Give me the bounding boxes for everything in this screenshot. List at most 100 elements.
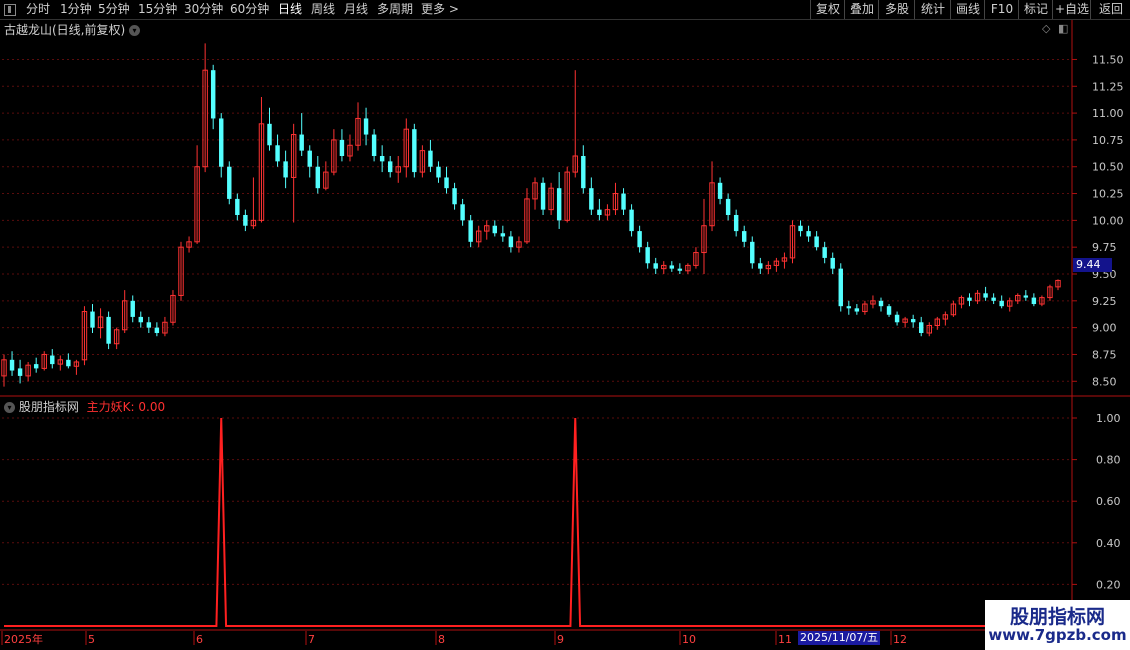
candle-body	[243, 215, 248, 226]
y-tick-label: 9.00	[1092, 322, 1117, 335]
candle-body	[106, 316, 111, 344]
candle-body	[436, 166, 441, 178]
y-tick-label: 9.75	[1092, 241, 1117, 254]
candle-body	[637, 231, 642, 248]
candle-body	[838, 268, 843, 307]
y-tick-label: 11.50	[1092, 53, 1124, 66]
candle-body	[210, 70, 216, 119]
candle-body	[919, 322, 924, 333]
candle-body	[597, 209, 602, 215]
y-tick-label: 10.25	[1092, 188, 1124, 201]
candle-body	[589, 188, 594, 210]
y-tick-label: 0.40	[1096, 537, 1121, 550]
candle-body	[138, 316, 143, 323]
candle-body	[653, 263, 658, 269]
watermark-title: 股朋指标网	[1009, 606, 1105, 628]
candle-body	[17, 368, 23, 376]
candle-body	[750, 241, 755, 264]
indicator-value: 主力妖K: 0.00	[86, 400, 166, 414]
indicator-title: ▾ 股朋指标网 主力妖K: 0.00	[4, 398, 165, 415]
candle-body	[540, 182, 546, 210]
candle-body	[806, 231, 811, 237]
date-label: 5	[88, 633, 95, 646]
candle-body	[1023, 295, 1029, 298]
candle-body	[267, 123, 272, 146]
candle-body	[846, 306, 852, 309]
candle-body	[854, 308, 860, 312]
date-label: 9	[557, 633, 564, 646]
y-tick-label: 1.00	[1096, 412, 1121, 425]
candle-body	[227, 166, 232, 199]
candle-body	[677, 268, 683, 271]
candle-body	[822, 247, 827, 258]
price-chart[interactable]: 11.50 11.25 11.00 10.75 10.50 10.25 10.00 9.75 9…	[0, 0, 1130, 650]
candle-body	[379, 156, 385, 162]
y-tick-label: 10.75	[1092, 134, 1124, 147]
candle-body	[967, 297, 972, 301]
candle-body	[814, 236, 819, 248]
candle-body	[581, 156, 586, 189]
y-tick-label: 8.50	[1092, 375, 1117, 388]
indicator-name: 股朋指标网	[18, 400, 79, 414]
candle-body	[830, 257, 835, 269]
y-tick-label: 11.25	[1092, 80, 1124, 93]
candle-body	[146, 322, 152, 328]
candle-body	[991, 297, 996, 301]
candle-body	[742, 231, 747, 242]
candle-body	[983, 293, 988, 298]
candle-body	[669, 265, 675, 269]
candle-body	[315, 166, 320, 189]
candle-body	[50, 355, 55, 365]
candle-body	[412, 129, 417, 173]
candle-body	[219, 118, 224, 167]
chevron-down-icon[interactable]: ▾	[4, 402, 15, 413]
watermark: 股朋指标网 www.7gpzb.com	[985, 600, 1130, 650]
candle-body	[33, 364, 39, 369]
candle-body	[733, 215, 739, 232]
candle-body	[717, 182, 723, 199]
candle-body	[428, 150, 433, 167]
date-label: 8	[438, 633, 445, 646]
candle-body	[299, 134, 304, 151]
candle-body	[66, 359, 71, 367]
candle-body	[621, 193, 626, 210]
candle-body	[492, 225, 498, 234]
candle-body	[1031, 297, 1037, 305]
y-tick-label: 10.00	[1092, 214, 1124, 227]
date-label: 11	[778, 633, 792, 646]
candle-body	[629, 209, 634, 232]
date-label: 7	[308, 633, 315, 646]
candle-body	[307, 150, 312, 167]
highlighted-date: 2025/11/07/五	[798, 631, 881, 645]
candle-body	[387, 161, 393, 173]
candle-body	[500, 233, 506, 237]
candle-body	[90, 311, 95, 328]
candle-body	[460, 204, 465, 221]
y-tick-label: 8.75	[1092, 348, 1117, 361]
y-tick-label: 11.00	[1092, 107, 1124, 120]
y-tick-label: 0.60	[1096, 495, 1121, 508]
candle-body	[758, 263, 763, 269]
candle-body	[910, 319, 916, 323]
candle-body	[444, 177, 449, 189]
y-tick-label: 10.50	[1092, 161, 1124, 174]
candle-body	[878, 300, 884, 307]
candle-body	[275, 145, 280, 162]
date-label: 10	[682, 633, 696, 646]
candle-body	[886, 306, 892, 315]
candle-body	[508, 236, 514, 248]
candle-body	[894, 314, 900, 323]
y-tick-label: 9.25	[1092, 295, 1117, 308]
candle-body	[154, 327, 160, 333]
signal-line	[4, 417, 1058, 627]
candle-body	[9, 359, 15, 371]
candle-body	[283, 161, 288, 178]
candle-body	[235, 198, 240, 215]
candle-body	[645, 247, 650, 264]
candle-body	[725, 198, 731, 215]
watermark-url: www.7gpzb.com	[988, 626, 1127, 644]
y-tick-label: 0.80	[1096, 454, 1121, 467]
date-label: 2025年	[4, 632, 43, 646]
y-tick-label: 0.20	[1096, 578, 1121, 591]
candle-body	[130, 300, 135, 317]
